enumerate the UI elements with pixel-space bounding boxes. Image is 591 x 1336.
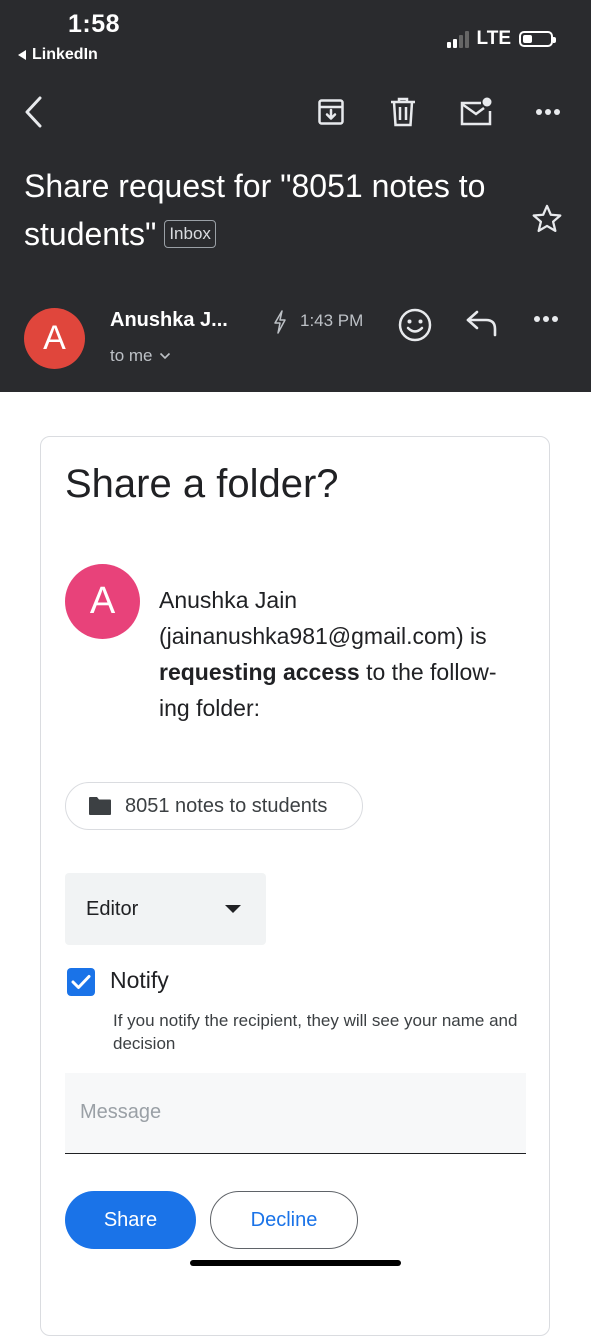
battery-icon (519, 31, 556, 47)
decline-button[interactable]: Decline (210, 1191, 358, 1249)
star-icon[interactable] (530, 202, 564, 241)
role-dropdown[interactable]: Editor (65, 873, 266, 945)
subject-text: Share request for "8051 notes to student… (24, 168, 486, 252)
folder-chip[interactable]: 8051 notes to students (65, 782, 363, 830)
request-bold-text: requesting access (159, 659, 360, 685)
sender-avatar[interactable]: A (24, 308, 85, 369)
notify-label[interactable]: Notify (110, 967, 169, 994)
recipient-toggle[interactable]: to me (110, 346, 171, 366)
status-indicators: LTE (446, 28, 556, 50)
notify-checkbox[interactable] (67, 968, 95, 996)
back-triangle-icon (18, 50, 26, 60)
sender-name[interactable]: Anushka J... (110, 309, 228, 332)
trash-icon[interactable] (383, 92, 423, 132)
recipient-label: to me (110, 346, 153, 365)
reply-icon[interactable] (465, 308, 499, 343)
message-input[interactable]: Message (65, 1073, 526, 1154)
network-label: LTE (476, 28, 511, 49)
folder-name: 8051 notes to students (125, 794, 328, 817)
message-more-icon[interactable] (533, 310, 559, 328)
signal-icon (446, 30, 469, 48)
more-options-icon[interactable] (528, 92, 568, 132)
email-header: 1:58 LinkedIn LTE Share request for "805… (0, 0, 591, 392)
back-app-label: LinkedIn (32, 46, 98, 63)
archive-icon[interactable] (311, 92, 351, 132)
request-description: Anushka Jain (jainanushka981@gmail.com) … (159, 582, 529, 726)
card-title: Share a folder? (65, 462, 339, 506)
home-indicator[interactable] (190, 1260, 401, 1266)
email-subject: Share request for "8051 notes to student… (24, 162, 524, 258)
mark-unread-icon[interactable] (456, 92, 496, 132)
notify-help-text: If you notify the recipient, they will s… (113, 1011, 518, 1053)
dropdown-caret-icon (225, 905, 241, 913)
checkmark-icon (71, 975, 91, 989)
requester-email: (jainanushka981@gmail.com) is (159, 623, 487, 649)
emoji-reaction-icon[interactable] (397, 307, 433, 348)
role-value: Editor (86, 897, 139, 920)
lightning-icon (272, 310, 288, 339)
sent-time: 1:43 PM (300, 311, 364, 330)
request-text-2: ing folder: (159, 695, 261, 721)
share-button[interactable]: Share (65, 1191, 196, 1249)
back-to-app-link[interactable]: LinkedIn (18, 46, 98, 64)
chevron-down-icon (159, 352, 170, 360)
status-time: 1:58 (68, 10, 121, 38)
requester-avatar: A (65, 564, 140, 639)
request-text-1: to the follow- (359, 659, 497, 685)
back-arrow-icon[interactable] (14, 92, 54, 132)
folder-icon (89, 797, 111, 815)
requester-name: Anushka Jain (159, 587, 298, 613)
inbox-label-chip[interactable]: Inbox (164, 219, 216, 248)
